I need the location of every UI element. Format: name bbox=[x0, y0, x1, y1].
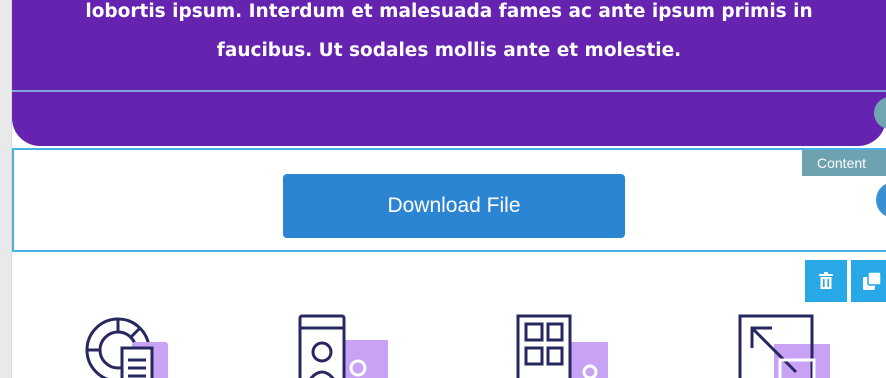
left-panel-edge bbox=[0, 0, 12, 378]
text-banner[interactable]: lobortis ipsum. Interdum et malesuada fa… bbox=[12, 0, 886, 146]
download-file-button[interactable]: Download File bbox=[283, 174, 625, 238]
banner-text-line-2: faucibus. Ut sodales mollis ante et mole… bbox=[216, 40, 682, 61]
duplicate-button[interactable] bbox=[851, 260, 886, 302]
section-divider bbox=[12, 90, 886, 92]
content-section-label[interactable]: Content bbox=[802, 150, 886, 176]
banner-text: lobortis ipsum. Interdum et malesuada fa… bbox=[12, 0, 886, 70]
banner-text-line-1: lobortis ipsum. Interdum et malesuada fa… bbox=[85, 1, 813, 22]
delete-button[interactable] bbox=[805, 260, 847, 302]
copy-icon bbox=[863, 271, 882, 290]
chart-document-icon bbox=[70, 310, 190, 378]
page: lobortis ipsum. Interdum et malesuada fa… bbox=[0, 0, 886, 378]
puzzle-grid-icon bbox=[510, 310, 630, 378]
trash-icon bbox=[819, 272, 833, 289]
contact-profile-icon bbox=[290, 310, 410, 378]
resize-arrow-icon bbox=[730, 310, 850, 378]
